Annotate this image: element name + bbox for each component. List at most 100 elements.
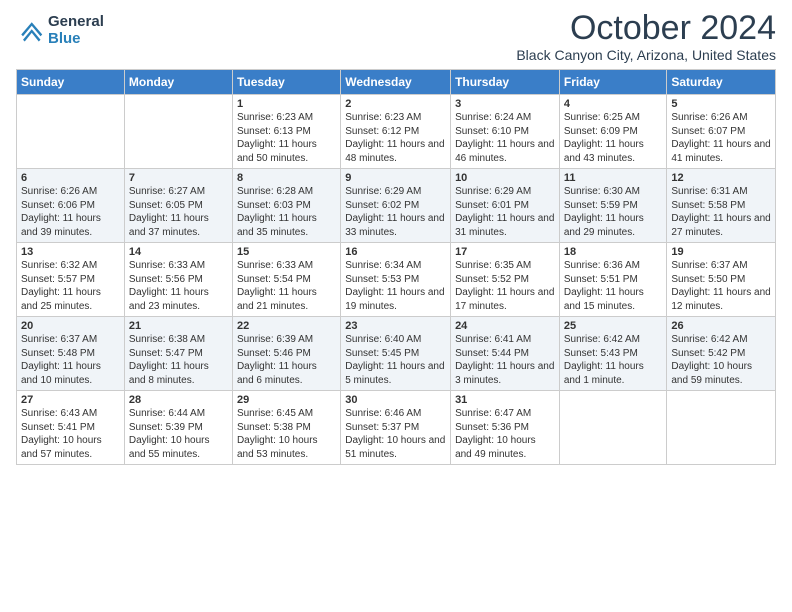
day-info: Sunrise: 6:26 AM Sunset: 6:07 PM Dayligh… [671,111,771,165]
calendar-cell: 17Sunrise: 6:35 AM Sunset: 5:52 PM Dayli… [451,243,560,317]
calendar-day-header: Wednesday [341,70,451,95]
day-number: 23 [345,320,446,332]
calendar-cell: 4Sunrise: 6:25 AM Sunset: 6:09 PM Daylig… [559,95,667,169]
calendar-day-header: Monday [124,70,232,95]
day-number: 3 [455,98,555,110]
day-info: Sunrise: 6:26 AM Sunset: 6:06 PM Dayligh… [21,185,120,239]
day-number: 11 [564,172,663,184]
day-number: 14 [129,246,228,258]
day-info: Sunrise: 6:31 AM Sunset: 5:58 PM Dayligh… [671,185,771,239]
day-info: Sunrise: 6:36 AM Sunset: 5:51 PM Dayligh… [564,259,663,313]
calendar-cell: 10Sunrise: 6:29 AM Sunset: 6:01 PM Dayli… [451,169,560,243]
day-number: 10 [455,172,555,184]
day-info: Sunrise: 6:43 AM Sunset: 5:41 PM Dayligh… [21,407,120,461]
day-number: 9 [345,172,446,184]
calendar-cell: 13Sunrise: 6:32 AM Sunset: 5:57 PM Dayli… [17,243,125,317]
day-number: 22 [237,320,336,332]
day-info: Sunrise: 6:33 AM Sunset: 5:56 PM Dayligh… [129,259,228,313]
logo-blue-text: Blue [48,31,104,48]
day-info: Sunrise: 6:33 AM Sunset: 5:54 PM Dayligh… [237,259,336,313]
day-info: Sunrise: 6:23 AM Sunset: 6:12 PM Dayligh… [345,111,446,165]
calendar-cell: 5Sunrise: 6:26 AM Sunset: 6:07 PM Daylig… [667,95,776,169]
day-number: 5 [671,98,771,110]
day-number: 26 [671,320,771,332]
day-number: 21 [129,320,228,332]
calendar-cell: 11Sunrise: 6:30 AM Sunset: 5:59 PM Dayli… [559,169,667,243]
page-header: General Blue October 2024 Black Canyon C… [16,10,776,63]
calendar-cell: 24Sunrise: 6:41 AM Sunset: 5:44 PM Dayli… [451,317,560,391]
day-info: Sunrise: 6:30 AM Sunset: 5:59 PM Dayligh… [564,185,663,239]
calendar-cell: 21Sunrise: 6:38 AM Sunset: 5:47 PM Dayli… [124,317,232,391]
calendar-week-row: 1Sunrise: 6:23 AM Sunset: 6:13 PM Daylig… [17,95,776,169]
day-info: Sunrise: 6:23 AM Sunset: 6:13 PM Dayligh… [237,111,336,165]
calendar-cell: 6Sunrise: 6:26 AM Sunset: 6:06 PM Daylig… [17,169,125,243]
calendar-cell: 8Sunrise: 6:28 AM Sunset: 6:03 PM Daylig… [232,169,340,243]
calendar-cell: 28Sunrise: 6:44 AM Sunset: 5:39 PM Dayli… [124,391,232,465]
location-title: Black Canyon City, Arizona, United State… [516,47,776,63]
day-info: Sunrise: 6:37 AM Sunset: 5:48 PM Dayligh… [21,333,120,387]
day-info: Sunrise: 6:37 AM Sunset: 5:50 PM Dayligh… [671,259,771,313]
calendar-cell: 2Sunrise: 6:23 AM Sunset: 6:12 PM Daylig… [341,95,451,169]
calendar-cell: 25Sunrise: 6:42 AM Sunset: 5:43 PM Dayli… [559,317,667,391]
day-info: Sunrise: 6:29 AM Sunset: 6:02 PM Dayligh… [345,185,446,239]
calendar-day-header: Sunday [17,70,125,95]
calendar-cell: 27Sunrise: 6:43 AM Sunset: 5:41 PM Dayli… [17,391,125,465]
day-number: 1 [237,98,336,110]
day-number: 13 [21,246,120,258]
calendar-cell [124,95,232,169]
calendar-cell: 16Sunrise: 6:34 AM Sunset: 5:53 PM Dayli… [341,243,451,317]
calendar-week-row: 13Sunrise: 6:32 AM Sunset: 5:57 PM Dayli… [17,243,776,317]
calendar-cell: 23Sunrise: 6:40 AM Sunset: 5:45 PM Dayli… [341,317,451,391]
day-info: Sunrise: 6:45 AM Sunset: 5:38 PM Dayligh… [237,407,336,461]
day-info: Sunrise: 6:46 AM Sunset: 5:37 PM Dayligh… [345,407,446,461]
calendar-cell: 20Sunrise: 6:37 AM Sunset: 5:48 PM Dayli… [17,317,125,391]
day-number: 16 [345,246,446,258]
calendar-cell [559,391,667,465]
calendar-day-header: Thursday [451,70,560,95]
day-number: 25 [564,320,663,332]
day-number: 29 [237,394,336,406]
day-info: Sunrise: 6:27 AM Sunset: 6:05 PM Dayligh… [129,185,228,239]
calendar-header-row: SundayMondayTuesdayWednesdayThursdayFrid… [17,70,776,95]
day-info: Sunrise: 6:24 AM Sunset: 6:10 PM Dayligh… [455,111,555,165]
day-number: 31 [455,394,555,406]
title-block: October 2024 Black Canyon City, Arizona,… [516,10,776,63]
day-info: Sunrise: 6:35 AM Sunset: 5:52 PM Dayligh… [455,259,555,313]
logo-general-text: General [48,14,104,31]
calendar-day-header: Friday [559,70,667,95]
day-info: Sunrise: 6:41 AM Sunset: 5:44 PM Dayligh… [455,333,555,387]
day-number: 12 [671,172,771,184]
logo-icon [16,17,44,45]
logo: General Blue [16,14,104,47]
day-number: 27 [21,394,120,406]
calendar-cell: 14Sunrise: 6:33 AM Sunset: 5:56 PM Dayli… [124,243,232,317]
day-info: Sunrise: 6:40 AM Sunset: 5:45 PM Dayligh… [345,333,446,387]
calendar-cell [667,391,776,465]
calendar-cell: 1Sunrise: 6:23 AM Sunset: 6:13 PM Daylig… [232,95,340,169]
day-info: Sunrise: 6:25 AM Sunset: 6:09 PM Dayligh… [564,111,663,165]
calendar-day-header: Saturday [667,70,776,95]
calendar-cell: 18Sunrise: 6:36 AM Sunset: 5:51 PM Dayli… [559,243,667,317]
calendar-cell: 7Sunrise: 6:27 AM Sunset: 6:05 PM Daylig… [124,169,232,243]
day-number: 20 [21,320,120,332]
day-number: 30 [345,394,446,406]
calendar-week-row: 20Sunrise: 6:37 AM Sunset: 5:48 PM Dayli… [17,317,776,391]
day-number: 18 [564,246,663,258]
calendar-cell: 12Sunrise: 6:31 AM Sunset: 5:58 PM Dayli… [667,169,776,243]
day-info: Sunrise: 6:39 AM Sunset: 5:46 PM Dayligh… [237,333,336,387]
calendar-table: SundayMondayTuesdayWednesdayThursdayFrid… [16,69,776,465]
calendar-cell: 9Sunrise: 6:29 AM Sunset: 6:02 PM Daylig… [341,169,451,243]
day-info: Sunrise: 6:42 AM Sunset: 5:42 PM Dayligh… [671,333,771,387]
calendar-cell: 19Sunrise: 6:37 AM Sunset: 5:50 PM Dayli… [667,243,776,317]
calendar-cell: 22Sunrise: 6:39 AM Sunset: 5:46 PM Dayli… [232,317,340,391]
calendar-cell: 30Sunrise: 6:46 AM Sunset: 5:37 PM Dayli… [341,391,451,465]
day-number: 4 [564,98,663,110]
day-info: Sunrise: 6:28 AM Sunset: 6:03 PM Dayligh… [237,185,336,239]
day-info: Sunrise: 6:32 AM Sunset: 5:57 PM Dayligh… [21,259,120,313]
day-info: Sunrise: 6:42 AM Sunset: 5:43 PM Dayligh… [564,333,663,387]
calendar-cell [17,95,125,169]
day-info: Sunrise: 6:44 AM Sunset: 5:39 PM Dayligh… [129,407,228,461]
calendar-week-row: 27Sunrise: 6:43 AM Sunset: 5:41 PM Dayli… [17,391,776,465]
day-number: 6 [21,172,120,184]
calendar-week-row: 6Sunrise: 6:26 AM Sunset: 6:06 PM Daylig… [17,169,776,243]
